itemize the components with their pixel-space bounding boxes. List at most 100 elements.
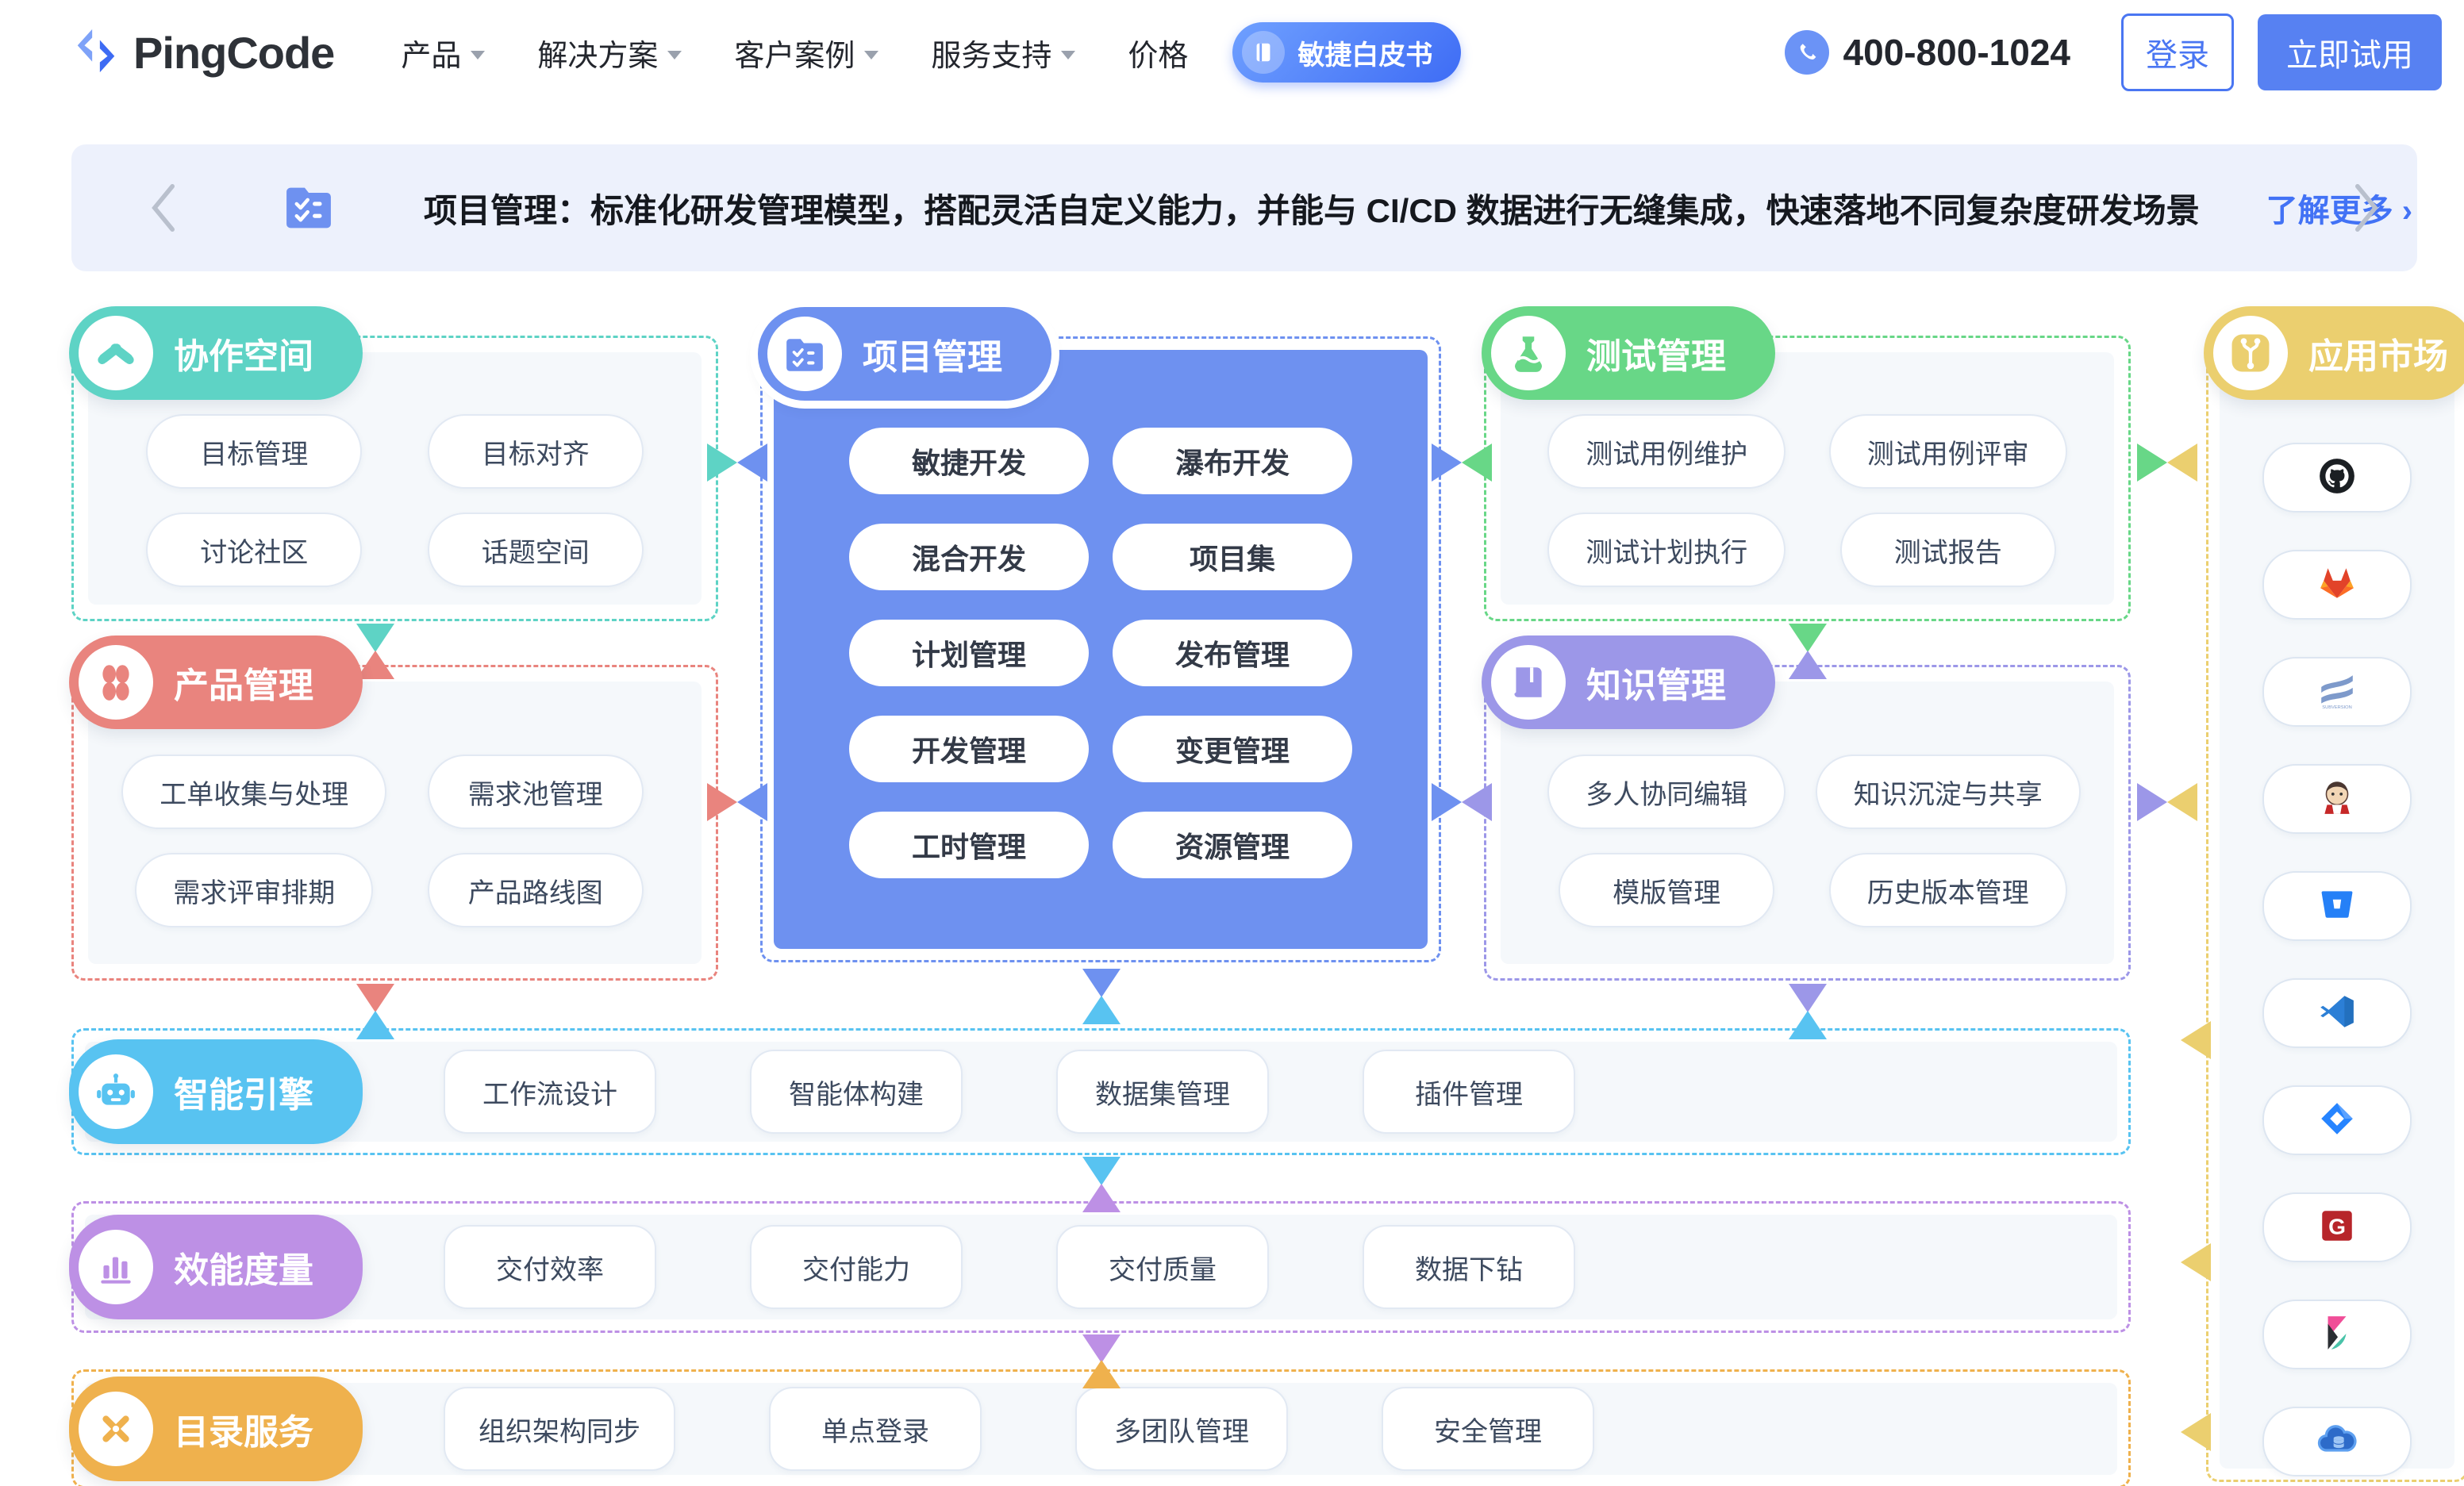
phone-number: 400-800-1024 [1843, 31, 2070, 74]
nav-item-customers[interactable]: 客户案例 [734, 31, 878, 75]
arrow-down [1082, 1334, 1121, 1363]
jenkins-icon [2317, 778, 2357, 821]
github-icon [2317, 456, 2357, 500]
four-petals-icon [79, 645, 153, 720]
feature-pill: 讨论社区 [146, 513, 362, 587]
panel-app-market: 应用市场 [2206, 336, 2464, 1482]
whitepaper-badge[interactable]: 敏捷白皮书 [1232, 22, 1461, 83]
book-icon [1242, 31, 1285, 74]
panel-collab-space: 协作空间 目标管理 目标对齐 讨论社区 话题空间 [71, 336, 718, 621]
app-subversion[interactable]: SUBVERSION [2262, 657, 2412, 727]
try-now-button[interactable]: 立即试用 [2258, 14, 2442, 90]
banner-prev-icon[interactable] [148, 144, 179, 271]
feature-pill: 资源管理 [1113, 812, 1352, 878]
arrow-down [1082, 969, 1121, 997]
app-github[interactable] [2262, 443, 2412, 513]
feature-pill: 发布管理 [1113, 620, 1352, 686]
feature-pill: 测试计划执行 [1547, 513, 1786, 587]
nav-item-products[interactable]: 产品 [401, 31, 485, 75]
feature-pill: 数据下钻 [1363, 1225, 1575, 1309]
svg-text:SUBVERSION: SUBVERSION [2322, 705, 2352, 709]
feature-pill: 数据集管理 [1056, 1050, 1269, 1134]
arrow-left [2181, 1243, 2211, 1281]
feature-pill: 话题空间 [428, 513, 644, 587]
feature-pill: 需求评审排期 [135, 853, 373, 927]
ai-items: 工作流设计 智能体构建 数据集管理 插件管理 [444, 1050, 1575, 1134]
feature-pill: 混合开发 [849, 524, 1089, 590]
app-kibana[interactable] [2262, 1300, 2412, 1369]
app-bitbucket[interactable] [2262, 871, 2412, 941]
chevron-down-icon [667, 51, 682, 60]
login-button[interactable]: 登录 [2121, 13, 2234, 91]
metrics-items: 交付效率 交付能力 交付质量 数据下钻 [444, 1225, 1575, 1309]
nav-item-support[interactable]: 服务支持 [931, 31, 1075, 75]
panel-ai-engine: 智能引擎 工作流设计 智能体构建 数据集管理 插件管理 [71, 1028, 2131, 1155]
arrow-right [707, 443, 737, 482]
app-gitlab[interactable] [2262, 550, 2412, 620]
svg-text:G: G [2328, 1214, 2346, 1238]
feature-pill: 交付质量 [1056, 1225, 1269, 1309]
arrow-right [2137, 783, 2167, 821]
product-management-header: 产品管理 [69, 635, 363, 729]
feature-pill: 测试报告 [1840, 513, 2056, 587]
panel-test-management: 测试管理 测试用例维护 测试用例评审 测试计划执行 测试报告 [1484, 336, 2131, 621]
app-cloud-database[interactable] [2262, 1407, 2412, 1476]
feature-pill: 多团队管理 [1075, 1387, 1288, 1471]
collab-space-header: 协作空间 [69, 306, 363, 400]
feature-pill: 开发管理 [849, 716, 1089, 782]
nav-item-solutions[interactable]: 解决方案 [537, 31, 682, 75]
chevron-down-icon [864, 51, 878, 60]
feature-pill: 知识沉淀与共享 [1816, 755, 2081, 829]
arrow-up [356, 1011, 394, 1039]
arrow-left [737, 443, 767, 482]
knowledge-management-header: 知识管理 [1482, 635, 1775, 729]
learn-more-link[interactable]: 了解更多 › [2266, 185, 2412, 231]
arrow-left [737, 783, 767, 821]
arrow-left [2167, 443, 2197, 482]
bitbucket-icon [2317, 885, 2357, 928]
feature-pill: 目标对齐 [428, 414, 644, 489]
arrow-right [1432, 443, 1462, 482]
nav-item-pricing[interactable]: 价格 [1128, 31, 1188, 75]
phone-icon [1785, 30, 1829, 75]
banner-next-icon[interactable] [2351, 144, 2382, 271]
app-jenkins[interactable] [2262, 764, 2412, 834]
arrow-down [1789, 984, 1827, 1012]
feature-pill: 目标管理 [146, 414, 362, 489]
handshake-icon [79, 316, 153, 390]
arrow-down [356, 624, 394, 652]
test-items: 测试用例维护 测试用例评审 测试计划执行 测试报告 [1542, 414, 2073, 587]
robot-icon [79, 1054, 153, 1129]
feature-pill: 组织架构同步 [444, 1387, 675, 1471]
feature-pill: 瀑布开发 [1113, 428, 1352, 494]
panel-product-management: 产品管理 工单收集与处理 需求池管理 需求评审排期 产品路线图 [71, 665, 718, 981]
knowledge-items: 多人协同编辑 知识沉淀与共享 模版管理 历史版本管理 [1542, 755, 2073, 927]
arrow-left [1462, 783, 1492, 821]
bar-chart-icon [79, 1230, 153, 1304]
arrow-left [2167, 783, 2197, 821]
feature-pill: 工时管理 [849, 812, 1089, 878]
main-menu: 产品 解决方案 客户案例 服务支持 价格 [401, 31, 1188, 75]
pingcode-logo[interactable]: PingCode [71, 26, 334, 79]
jira-icon [2317, 1099, 2357, 1142]
feature-pill: 交付能力 [750, 1225, 963, 1309]
gitlab-icon [2317, 563, 2357, 607]
panel-project-management: 项目管理 敏捷开发 瀑布开发 混合开发 项目集 计划管理 发布管理 开发管理 变… [760, 336, 1441, 962]
feature-pill: 智能体构建 [750, 1050, 963, 1134]
arrow-down [1082, 1157, 1121, 1185]
chevron-down-icon [471, 51, 485, 60]
app-vscode[interactable] [2262, 978, 2412, 1048]
app-jira[interactable] [2262, 1085, 2412, 1155]
app-gitee[interactable]: G [2262, 1192, 2412, 1262]
vscode-icon [2317, 992, 2357, 1035]
subversion-icon: SUBVERSION [2317, 670, 2357, 714]
banner-text: 项目管理：标准化研发管理模型，搭配灵活自定义能力，并能与 CI/CD 数据进行无… [424, 184, 2200, 232]
feature-pill: 产品路线图 [428, 853, 644, 927]
feature-pill: 插件管理 [1363, 1050, 1575, 1134]
feature-pill: 交付效率 [444, 1225, 656, 1309]
phone-contact[interactable]: 400-800-1024 [1785, 30, 2070, 75]
arrow-down [1789, 624, 1827, 652]
feature-pill: 工作流设计 [444, 1050, 656, 1134]
panel-knowledge-management: 知识管理 多人协同编辑 知识沉淀与共享 模版管理 历史版本管理 [1484, 665, 2131, 981]
arrow-up [1082, 996, 1121, 1024]
